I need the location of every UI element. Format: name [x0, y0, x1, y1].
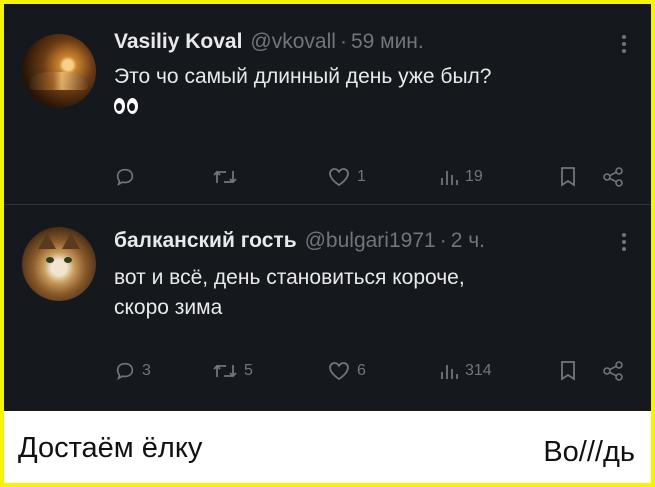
like-button[interactable]: 1 [327, 162, 366, 192]
tweet-thread: Vasiliy Koval @vkovall · 59 мин. Это чо сам… [4, 4, 651, 411]
eyes-icon [114, 98, 140, 116]
tweet-header: Vasiliy Koval @vkovall · 59 мин. [114, 26, 424, 58]
share-button[interactable] [602, 162, 624, 192]
more-options-icon[interactable] [621, 230, 627, 254]
tweet-2[interactable]: балканский гость @bulgari1971 · 2 ч. вот и … [4, 205, 651, 411]
tweet-actions: 1 19 [114, 162, 634, 192]
bookmark-icon [561, 361, 575, 381]
reply-button[interactable]: 3 [114, 356, 151, 386]
user-handle[interactable]: @bulgari1971 [305, 229, 436, 252]
like-button[interactable]: 6 [327, 356, 366, 386]
more-options-icon[interactable] [621, 32, 627, 56]
tweet-text: Это чо самый длинный день уже был? [114, 62, 634, 125]
reply-count: 3 [142, 362, 151, 379]
tweet-text-line: скоро зима [114, 296, 223, 319]
avatar[interactable] [22, 227, 96, 301]
timestamp[interactable]: 59 мин. [351, 30, 424, 53]
reply-icon [116, 168, 134, 187]
timestamp[interactable]: 2 ч. [451, 229, 485, 252]
bookmark-button[interactable] [559, 356, 577, 386]
retweet-icon [213, 170, 237, 184]
views-icon [441, 171, 458, 185]
caption-left: Достаём ёлку [18, 432, 203, 464]
share-icon [603, 361, 623, 381]
retweet-count: 5 [244, 362, 253, 379]
display-name[interactable]: Vasiliy Koval [114, 30, 242, 53]
separator-dot: · [439, 229, 447, 252]
share-icon [603, 167, 623, 187]
user-handle[interactable]: @vkovall [250, 30, 336, 53]
tweet-text: вот и всё, день становиться короче, скор… [114, 263, 634, 323]
like-count: 1 [357, 168, 366, 185]
views-button[interactable]: 19 [439, 162, 483, 192]
reply-icon [116, 362, 134, 381]
tweet-header: балканский гость @bulgari1971 · 2 ч. [114, 225, 485, 257]
heart-icon [329, 362, 349, 381]
display-name[interactable]: балканский гость [114, 229, 297, 252]
avatar[interactable] [22, 34, 96, 108]
like-count: 6 [357, 362, 366, 379]
views-count: 19 [465, 168, 483, 185]
tweet-actions: 3 5 6 314 [114, 356, 634, 386]
bookmark-button[interactable] [559, 162, 577, 192]
meme-frame: Vasiliy Koval @vkovall · 59 мин. Это чо сам… [4, 4, 651, 483]
tweet-text-line: Это чо самый длинный день уже был? [114, 65, 492, 88]
retweet-icon [213, 364, 237, 378]
views-icon [441, 365, 458, 379]
views-button[interactable]: 314 [439, 356, 492, 386]
share-button[interactable] [602, 356, 624, 386]
heart-icon [329, 168, 349, 187]
tweet-1[interactable]: Vasiliy Koval @vkovall · 59 мин. Это чо сам… [4, 4, 651, 204]
caption-right: Во///дь [543, 436, 635, 468]
tweet-text-line: вот и всё, день становиться короче, [114, 266, 465, 289]
views-count: 314 [465, 362, 492, 379]
separator-dot: · [339, 30, 347, 53]
retweet-button[interactable] [212, 162, 244, 192]
reply-button[interactable] [114, 162, 142, 192]
retweet-button[interactable]: 5 [212, 356, 253, 386]
bookmark-icon [561, 167, 575, 187]
